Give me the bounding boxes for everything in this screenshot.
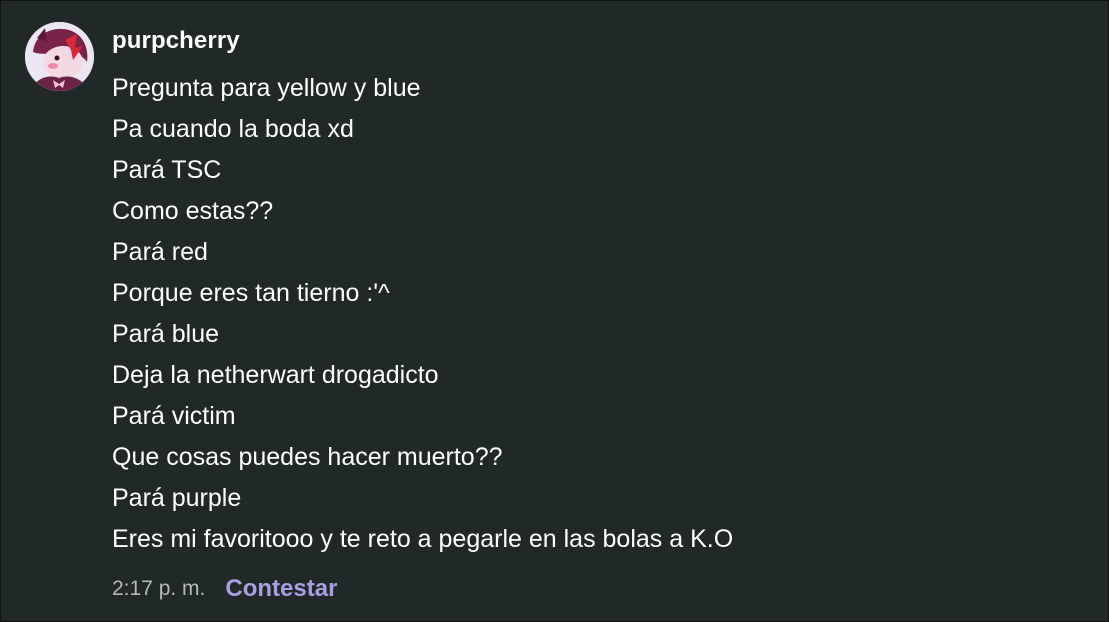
message-line: Pará purple	[112, 484, 242, 512]
message-line: Porque eres tan tierno :'^	[112, 279, 390, 307]
message-body: Pregunta para yellow y blue Pa cuando la…	[112, 69, 733, 561]
comment-card: purpcherry Pregunta para yellow y blue P…	[0, 0, 1109, 622]
message-line: Eres mi favoritooo y te reto a pegarle e…	[112, 525, 734, 553]
username[interactable]: purpcherry	[112, 27, 240, 55]
comment-meta: 2:17 p. m. Contestar	[112, 574, 337, 604]
message-line: Pregunta para yellow y blue	[112, 74, 421, 102]
message-line: Pa cuando la boda xd	[112, 115, 354, 143]
message-line: Que cosas puedes hacer muerto??	[112, 443, 503, 471]
avatar-image	[25, 22, 94, 91]
reply-button[interactable]: Contestar	[225, 575, 337, 603]
message-line: Pará blue	[112, 320, 220, 348]
timestamp: 2:17 p. m.	[112, 577, 206, 600]
message-line: Pará TSC	[112, 156, 222, 184]
user-avatar[interactable]	[25, 22, 94, 91]
message-line: Pará victim	[112, 402, 236, 430]
message-line: Pará red	[112, 238, 208, 266]
message-line: Deja la netherwart drogadicto	[112, 361, 439, 389]
message-line: Como estas??	[112, 197, 274, 225]
